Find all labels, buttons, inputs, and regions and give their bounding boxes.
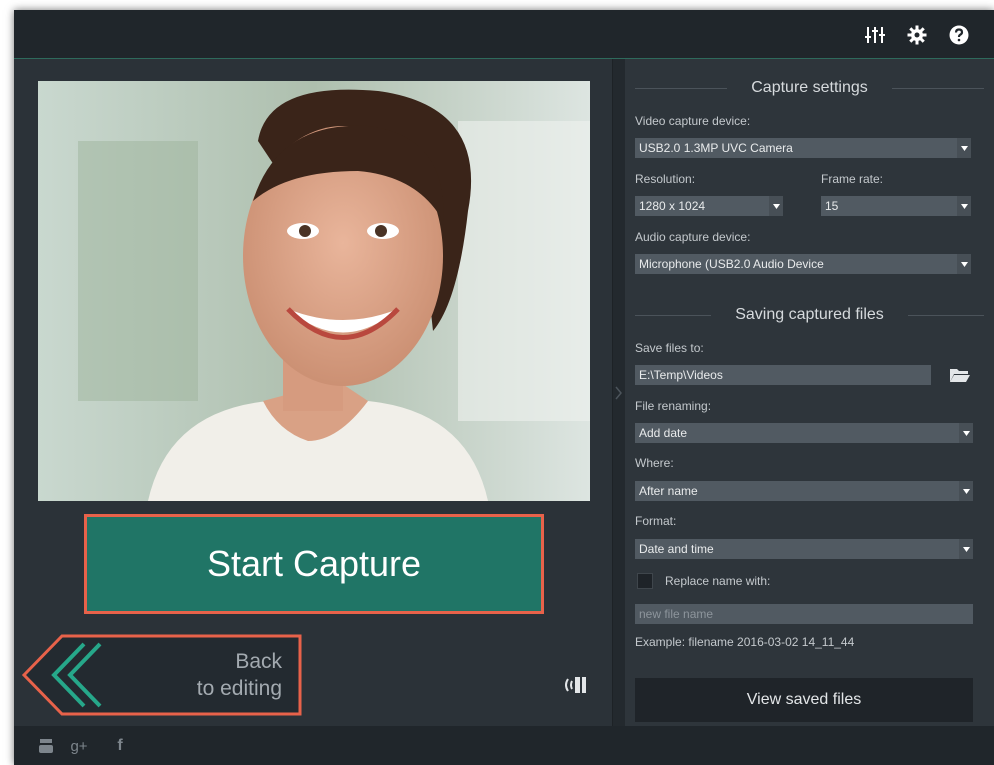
folder-icon[interactable]: [949, 366, 971, 384]
dropdown-arrow-icon: [957, 138, 971, 158]
where-value: After name: [639, 484, 698, 498]
back-to-editing-button[interactable]: Back to editing: [22, 634, 302, 716]
saving-header: Saving captured files: [625, 303, 994, 327]
frame-rate-value: 15: [825, 199, 839, 213]
resolution-label: Resolution:: [635, 172, 696, 186]
back-to-editing-label: Back to editing: [197, 648, 282, 702]
audio-device-value: Microphone (USB2.0 Audio Device: [639, 257, 824, 271]
audio-device-label: Audio capture device:: [635, 230, 751, 244]
dropdown-arrow-icon: [769, 196, 783, 216]
dropdown-arrow-icon: [959, 481, 973, 501]
help-icon[interactable]: [948, 24, 970, 46]
video-device-select[interactable]: USB2.0 1.3MP UVC Camera: [635, 138, 971, 158]
format-value: Date and time: [639, 542, 714, 556]
save-path-field[interactable]: E:\Temp\Videos: [635, 365, 931, 385]
dropdown-arrow-icon: [959, 423, 973, 443]
video-device-value: USB2.0 1.3MP UVC Camera: [639, 141, 793, 155]
view-saved-files-button[interactable]: View saved files: [635, 678, 973, 722]
dropdown-arrow-icon: [957, 196, 971, 216]
google-plus-icon[interactable]: g+: [68, 736, 90, 756]
resolution-value: 1280 x 1024: [639, 199, 706, 213]
video-device-label: Video capture device:: [635, 114, 751, 128]
capture-settings-header: Capture settings: [625, 76, 994, 100]
where-select[interactable]: After name: [635, 481, 973, 501]
renaming-label: File renaming:: [635, 399, 712, 413]
frame-rate-label: Frame rate:: [821, 172, 884, 186]
save-to-label: Save files to:: [635, 341, 704, 355]
new-file-name-input[interactable]: new file name: [635, 604, 973, 624]
webcam-preview: [38, 81, 590, 501]
saving-title: Saving captured files: [735, 306, 884, 323]
renaming-value: Add date: [639, 426, 688, 440]
capture-window: Start Capture Back to editing Capture se…: [14, 10, 994, 765]
back-label-line1: Back: [235, 650, 282, 673]
example-text: Example: filename 2016-03-02 14_11_44: [635, 635, 855, 649]
resolution-select[interactable]: 1280 x 1024: [635, 196, 783, 216]
sound-level-icon[interactable]: [562, 674, 588, 696]
capture-settings-title: Capture settings: [751, 79, 868, 96]
audio-device-select[interactable]: Microphone (USB2.0 Audio Device: [635, 254, 971, 274]
gear-icon[interactable]: [906, 24, 928, 46]
footer-bar: g+ f: [14, 726, 994, 765]
replace-name-label: Replace name with:: [665, 574, 771, 588]
format-select[interactable]: Date and time: [635, 539, 973, 559]
dropdown-arrow-icon: [959, 539, 973, 559]
format-label: Format:: [635, 514, 677, 528]
settings-pane: Capture settings Video capture device: U…: [625, 59, 994, 726]
dropdown-arrow-icon: [957, 254, 971, 274]
preview-pane: Start Capture Back to editing: [14, 59, 612, 726]
where-label: Where:: [635, 456, 674, 470]
back-label-line2: to editing: [196, 677, 282, 700]
replace-name-checkbox[interactable]: [637, 573, 653, 589]
youtube-icon[interactable]: [38, 736, 54, 756]
renaming-select[interactable]: Add date: [635, 423, 973, 443]
frame-rate-select[interactable]: 15: [821, 196, 971, 216]
top-toolbar: [14, 10, 994, 59]
equalizer-icon[interactable]: [864, 24, 886, 46]
pane-splitter[interactable]: [612, 59, 626, 726]
start-capture-button[interactable]: Start Capture: [84, 514, 544, 614]
facebook-icon[interactable]: f: [114, 736, 126, 756]
